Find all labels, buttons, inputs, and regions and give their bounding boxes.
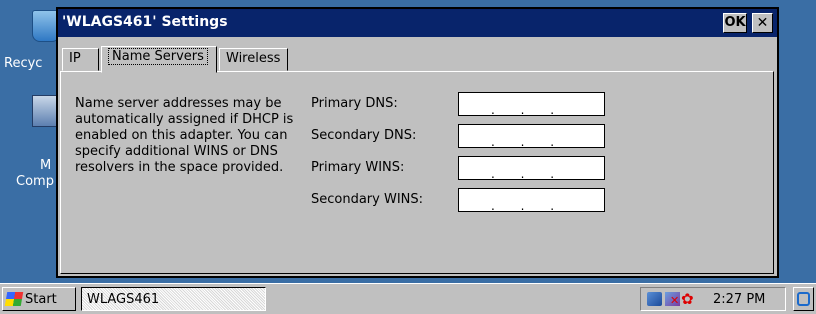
dialog-title: 'WLAGS461' Settings <box>62 14 228 30</box>
my-computer-label-line1: M <box>40 158 52 173</box>
taskbar-button-wlags461[interactable]: WLAGS461 <box>81 287 266 311</box>
start-label: Start <box>25 292 57 307</box>
primary-dns-input[interactable]: . . . <box>458 92 605 117</box>
system-tray: ✿ 2:27 PM <box>640 287 786 311</box>
secondary-dns-value: . . . <box>491 135 555 149</box>
tab-wireless[interactable]: Wireless <box>219 48 288 71</box>
primary-dns-value: . . . <box>491 103 555 117</box>
secondary-dns-input[interactable]: . . . <box>458 124 605 149</box>
primary-dns-label: Primary DNS: <box>311 96 398 111</box>
tab-ip[interactable]: IP <box>62 48 99 71</box>
taskbar: Start WLAGS461 ✿ 2:27 PM <box>0 283 816 314</box>
clock[interactable]: 2:27 PM <box>713 292 765 307</box>
start-button[interactable]: Start <box>2 287 76 311</box>
recycle-bin-label: Recyc <box>4 56 43 71</box>
tab-name-servers[interactable]: Name Servers <box>101 46 217 73</box>
wireless-disconnected-icon[interactable] <box>665 292 680 307</box>
ok-button[interactable]: OK <box>723 13 747 33</box>
secondary-wins-value: . . . <box>491 199 555 213</box>
primary-wins-value: . . . <box>491 167 555 181</box>
secondary-dns-label: Secondary DNS: <box>311 128 417 143</box>
show-desktop-button[interactable] <box>793 287 814 311</box>
primary-wins-input[interactable]: . . . <box>458 156 605 181</box>
primary-wins-label: Primary WINS: <box>311 160 405 175</box>
close-button[interactable]: ✕ <box>752 13 773 33</box>
taskbar-button-label: WLAGS461 <box>87 292 160 307</box>
windows-logo-icon <box>4 292 24 306</box>
secondary-wins-input[interactable]: . . . <box>458 188 605 213</box>
description-text: Name server addresses may be automatical… <box>75 96 294 175</box>
close-icon: ✕ <box>756 15 769 31</box>
settings-dialog: 'WLAGS461' Settings OK ✕ IP Name Servers… <box>56 7 779 278</box>
desktop-icon <box>797 292 810 306</box>
network-icon[interactable] <box>647 292 662 306</box>
title-bar[interactable]: 'WLAGS461' Settings OK ✕ <box>58 9 777 37</box>
tab-name-servers-label: Name Servers <box>108 48 208 65</box>
sync-icon[interactable]: ✿ <box>681 290 696 308</box>
my-computer-label-line2: Comp <box>16 174 54 189</box>
secondary-wins-label: Secondary WINS: <box>311 192 424 207</box>
